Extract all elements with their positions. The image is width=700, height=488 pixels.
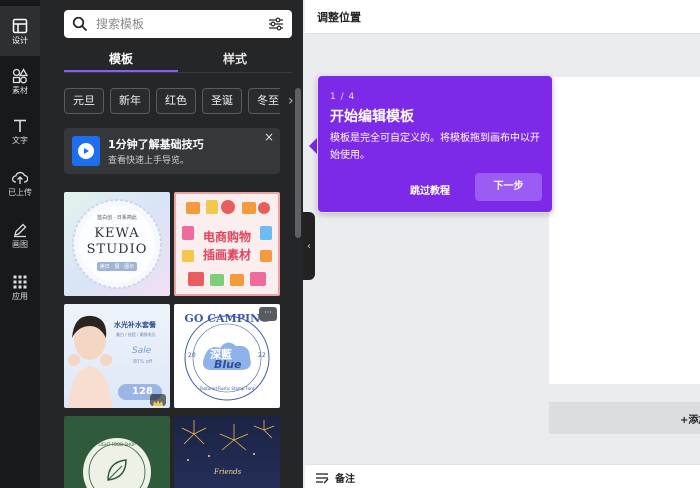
thumb-text: 80% off (133, 359, 153, 365)
tab-templates[interactable]: 模板 (64, 48, 178, 72)
onboarding-popover: 1 / 4 开始编辑模板 模板是完全可自定义的。将模板拖到画布中以开始使用。 跳… (317, 75, 553, 213)
notes-label: 备注 (335, 474, 355, 485)
design-canvas[interactable] (549, 77, 700, 384)
crown-icon (150, 394, 166, 406)
next-step-button[interactable]: 下一步 (475, 173, 542, 201)
rail-item-draw[interactable]: 画图 (0, 210, 40, 260)
editor-toolbar: 调整位置 (305, 0, 700, 34)
popover-pointer (309, 138, 317, 154)
rail-label: 素材 (12, 85, 28, 95)
thumb-text: Friends (214, 468, 242, 476)
thumb-text: 美日 · 展 · 图示 (97, 262, 137, 271)
chip-keyword[interactable]: 红色 (156, 88, 196, 114)
thumb-text: 插画素材 (202, 248, 251, 262)
rail-item-apps[interactable]: 应用 (0, 262, 40, 312)
thumb-text: Textured Rustic Stamp Font (199, 386, 255, 391)
chip-keyword[interactable]: 冬至 (248, 88, 280, 114)
cloud-upload-icon (12, 171, 28, 184)
rail-label: 设计 (12, 35, 28, 45)
template-thumbnail[interactable]: 蓝白创 · 日系简此 KEWA STUDIO 美日 · 展 · 图示 (64, 192, 170, 296)
thumb-text: 美白 / 祛痘 / 嫩肤毛孔 (116, 332, 156, 337)
play-icon (78, 143, 94, 159)
thumb-text: Sale (132, 346, 152, 356)
template-thumbnail[interactable]: Friends (174, 416, 280, 488)
editor-footer: 备注 (305, 464, 700, 488)
template-thumbnail[interactable]: LIGHT FOOD SHOP (64, 416, 170, 488)
rail-label: 应用 (12, 291, 28, 301)
thumb-text: 电商购物 (202, 230, 251, 244)
popover-body: 模板是完全可自定义的。将模板拖到画布中以开始使用。 (330, 133, 540, 161)
banner-subtitle: 查看快速上手导览。 (108, 156, 190, 166)
apps-icon (13, 275, 27, 288)
search-box[interactable] (64, 10, 292, 38)
panel-tabs: 模板 样式 (64, 48, 292, 72)
notes-icon (316, 472, 329, 483)
add-page-label: +添加页面 (680, 415, 700, 426)
rail-item-uploads[interactable]: 已上传 (0, 158, 40, 208)
template-panel: 模板 样式 元旦 新年 红色 圣诞 冬至 › 1分钟了解基础技巧 查看快速上手导… (40, 0, 303, 488)
thumb-text: LIGHT FOOD SHOP (98, 442, 136, 447)
search-icon (72, 16, 88, 32)
chip-keyword[interactable]: 新年 (110, 88, 150, 114)
search-input[interactable] (96, 17, 256, 31)
app-window: 设计 素材 文字 已上传 画图 应用 模板 (0, 0, 700, 488)
template-thumbnail[interactable]: 电商购物 插画素材 (174, 192, 280, 296)
rail-item-text[interactable]: 文字 (0, 106, 40, 156)
popover-title: 开始编辑模板 (330, 109, 414, 125)
rail-item-design[interactable]: 设计 (0, 6, 40, 56)
rail-label: 画图 (12, 239, 28, 249)
tab-styles[interactable]: 样式 (178, 48, 292, 72)
rail-label: 文字 (12, 135, 28, 145)
thumb-text: 水光补水套餐 (114, 321, 156, 329)
close-icon[interactable]: × (264, 130, 274, 144)
elements-icon (12, 67, 28, 83)
step-counter: 1 / 4 (330, 92, 356, 102)
chevron-left-icon: ‹ (307, 240, 311, 252)
rail-label: 已上传 (8, 187, 32, 197)
thumb-text: 20 (188, 352, 196, 359)
text-icon (14, 119, 26, 132)
thumb-text: 22 (258, 352, 266, 359)
filter-icon[interactable] (268, 17, 284, 31)
video-thumb (72, 136, 100, 166)
leaf-logo (83, 438, 151, 488)
thumb-text: STUDIO (86, 242, 148, 257)
position-button[interactable]: 调整位置 (317, 9, 361, 25)
scrollbar-thumb[interactable] (295, 88, 301, 238)
chip-keyword[interactable]: 圣诞 (202, 88, 242, 114)
layout-icon (12, 18, 28, 33)
tab-divider (64, 72, 292, 73)
tutorial-banner[interactable]: 1分钟了解基础技巧 查看快速上手导览。 × (64, 128, 280, 174)
template-thumbnail[interactable]: GO CAMPING 深藍 Blue 20 22 Textured Rustic… (174, 304, 280, 408)
fireworks-image (181, 420, 275, 461)
left-rail: 设计 素材 文字 已上传 画图 应用 (0, 0, 40, 488)
thumb-text: 蓝白创 · 日系简此 (97, 215, 137, 221)
add-page-button[interactable]: +添加页面 (549, 402, 700, 434)
notes-button[interactable]: 备注 (315, 470, 355, 485)
keyword-chips: 元旦 新年 红色 圣诞 冬至 (64, 88, 280, 114)
skip-tutorial-button[interactable]: 跳过教程 (410, 182, 450, 197)
rail-item-elements[interactable]: 素材 (0, 56, 40, 106)
template-thumbnail[interactable]: 水光补水套餐 美白 / 祛痘 / 嫩肤毛孔 Sale 80% off 128 (64, 304, 170, 408)
collapse-panel-handle[interactable]: ‹ (303, 212, 315, 280)
more-options-button[interactable]: ··· (259, 307, 277, 321)
chip-keyword[interactable]: 元旦 (64, 88, 104, 114)
panel-scrollbar[interactable] (295, 88, 301, 488)
thumb-text: KEWA (94, 226, 140, 241)
draw-icon (14, 223, 27, 237)
thumb-text: Blue (214, 358, 242, 371)
banner-title: 1分钟了解基础技巧 (108, 138, 204, 151)
